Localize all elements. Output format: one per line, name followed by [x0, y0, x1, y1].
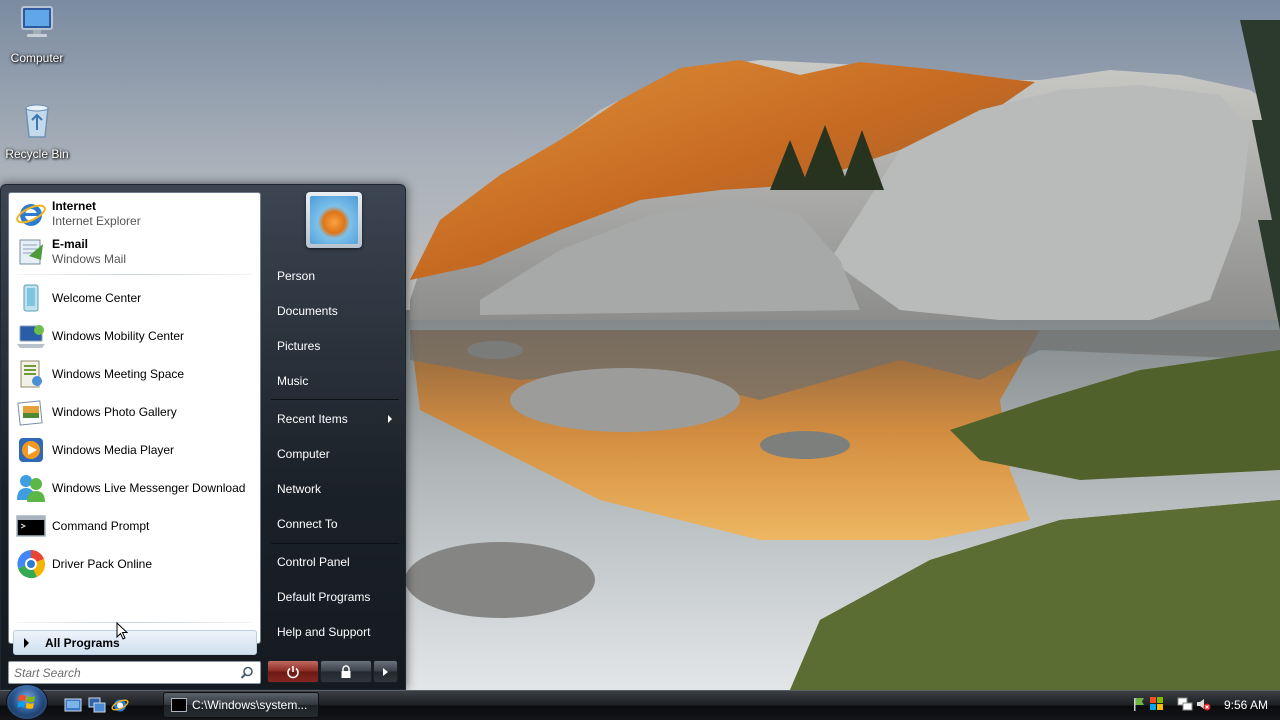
recent-item-label: Windows Photo Gallery	[52, 404, 177, 419]
start-link-label: Documents	[277, 304, 338, 318]
command-prompt-icon	[171, 698, 187, 712]
right-pane-separator	[271, 543, 399, 544]
recent-item-label: Windows Media Player	[52, 442, 175, 457]
recent-item-welcome-center[interactable]: Welcome Center	[13, 280, 257, 316]
media-player-icon	[19, 438, 43, 462]
power-controls	[267, 660, 398, 683]
right-pane-separator	[271, 399, 399, 400]
start-link-pictures[interactable]: Pictures	[267, 331, 399, 361]
welcome-center-icon	[23, 284, 39, 312]
photo-gallery-icon	[17, 400, 43, 426]
start-link-label: Connect To	[277, 517, 338, 531]
recent-item-command-prompt[interactable]: Command Prompt	[13, 508, 257, 544]
pinned-title: E-mail	[52, 237, 89, 251]
start-link-label: Default Programs	[277, 590, 371, 604]
switch-windows-icon[interactable]	[88, 696, 106, 714]
pinned-subtitle: Windows Mail	[52, 252, 127, 266]
start-link-computer[interactable]: Computer	[267, 439, 399, 469]
start-link-default-programs[interactable]: Default Programs	[267, 582, 399, 612]
recent-item-label: Command Prompt	[52, 518, 150, 533]
recent-item-driver-pack[interactable]: Driver Pack Online	[13, 546, 257, 582]
user-picture[interactable]	[306, 192, 362, 248]
start-link-help-and-support[interactable]: Help and Support	[267, 617, 399, 647]
submenu-arrow-icon	[388, 415, 392, 423]
command-prompt-icon	[16, 515, 46, 537]
recent-item-media-player[interactable]: Windows Media Player	[13, 432, 257, 468]
recent-item-meeting-space[interactable]: Windows Meeting Space	[13, 356, 257, 392]
flag-icon[interactable]	[1131, 696, 1147, 712]
start-link-label: Music	[277, 374, 309, 388]
chevron-right-icon	[383, 667, 388, 676]
goldfish-avatar-icon	[310, 196, 358, 244]
start-button[interactable]	[6, 684, 48, 720]
taskbar-button-command-prompt[interactable]: C:\Windows\system...	[163, 692, 319, 718]
all-programs-button[interactable]: All Programs	[13, 630, 257, 655]
pinned-title: Internet	[52, 199, 97, 213]
start-search-box[interactable]	[8, 661, 261, 684]
search-icon[interactable]	[240, 666, 254, 680]
power-button[interactable]	[267, 660, 319, 683]
start-link-label: Pictures	[277, 339, 321, 353]
internet-explorer-icon[interactable]	[111, 696, 129, 714]
windows-logo-icon	[17, 695, 35, 709]
recent-item-photo-gallery[interactable]: Windows Photo Gallery	[13, 394, 257, 430]
recent-item-label: Windows Live Messenger Download	[52, 480, 246, 495]
desktop-icon-label: Computer	[10, 51, 64, 65]
start-link-label: Network	[277, 482, 322, 496]
pinned-subtitle: Internet Explorer	[52, 214, 141, 228]
chevron-right-icon	[24, 637, 29, 648]
recent-item-messenger[interactable]: Windows Live Messenger Download	[13, 470, 257, 506]
start-link-network[interactable]: Network	[267, 474, 399, 504]
notification-area: 9:56 AM	[1127, 692, 1280, 718]
shutdown-options-button[interactable]	[373, 660, 398, 683]
internet-explorer-icon	[16, 204, 46, 226]
driver-pack-icon	[17, 550, 46, 579]
lock-button[interactable]	[320, 660, 372, 683]
desktop-icon-label: Recycle Bin	[5, 147, 69, 161]
recent-item-label: Windows Mobility Center	[52, 328, 185, 343]
start-link-documents[interactable]: Documents	[267, 296, 399, 326]
power-icon	[287, 665, 299, 678]
clock[interactable]: 9:56 AM	[1224, 698, 1268, 712]
start-link-label: Help and Support	[277, 625, 371, 639]
desktop-icon-recycle-bin[interactable]: Recycle Bin	[0, 100, 74, 161]
start-search-input[interactable]	[14, 663, 234, 682]
network-icon[interactable]	[1177, 696, 1193, 712]
start-link-person[interactable]: Person	[267, 261, 399, 291]
pinned-item-email[interactable]: E-mail Windows Mail	[13, 234, 257, 270]
start-link-label: Person	[277, 269, 316, 283]
lock-icon	[341, 664, 351, 678]
recent-item-mobility-center[interactable]: Windows Mobility Center	[13, 318, 257, 354]
shield-icon[interactable]	[1149, 696, 1165, 712]
taskbar-button-label: C:\Windows\system...	[192, 698, 308, 712]
volume-muted-icon[interactable]	[1195, 696, 1211, 712]
meeting-space-icon	[20, 360, 42, 388]
desktop-icon-computer[interactable]: Computer	[0, 4, 74, 65]
start-menu: Internet Internet Explorer E-mail Windows …	[0, 184, 406, 690]
windows-mail-icon	[19, 239, 43, 265]
all-programs-separator	[17, 622, 253, 623]
programs-pane: Internet Internet Explorer E-mail Windows …	[8, 192, 261, 655]
show-desktop-icon[interactable]	[64, 696, 82, 714]
start-link-recent-items[interactable]: Recent Items	[267, 404, 399, 434]
pinned-separator	[17, 274, 253, 275]
start-link-connect-to[interactable]: Connect To	[267, 509, 399, 539]
start-link-label: Recent Items	[277, 412, 348, 426]
recent-item-label: Windows Meeting Space	[52, 366, 185, 381]
messenger-icon	[17, 475, 45, 502]
start-link-label: Computer	[277, 447, 330, 461]
start-link-music[interactable]: Music	[267, 366, 399, 396]
start-link-label: Control Panel	[277, 555, 350, 569]
recent-item-label: Welcome Center	[52, 290, 142, 305]
recent-item-label: Driver Pack Online	[52, 556, 153, 571]
mobility-center-icon	[17, 325, 45, 348]
recycle-bin-icon	[25, 104, 49, 138]
all-programs-label: All Programs	[45, 635, 120, 650]
pinned-item-internet[interactable]: Internet Internet Explorer	[13, 196, 257, 232]
computer-icon	[21, 6, 53, 37]
start-link-control-panel[interactable]: Control Panel	[267, 547, 399, 577]
mouse-pointer-icon	[116, 622, 128, 640]
